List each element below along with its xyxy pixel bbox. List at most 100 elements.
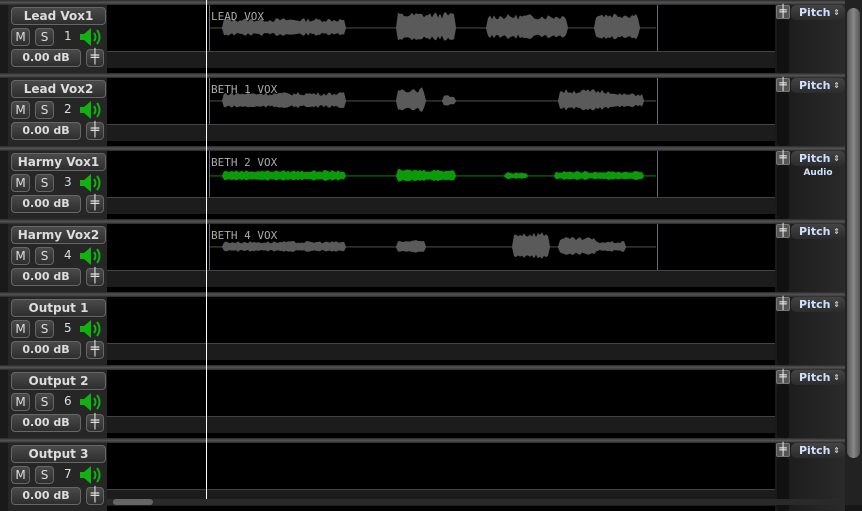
meter <box>777 92 789 146</box>
automation-lane[interactable] <box>107 197 775 214</box>
track-name-button[interactable]: Lead Vox2 <box>11 80 106 98</box>
insert-fader-icon[interactable]: ╪ <box>776 151 790 165</box>
volume-field[interactable]: 0.00 dB <box>11 268 81 286</box>
track-1: Lead Vox1 M S 1 0.00 dB ╪ LEAD VOX ╪ Pit… <box>0 0 845 73</box>
track-number: 6 <box>64 394 72 408</box>
volume-field[interactable]: 0.00 dB <box>11 487 81 505</box>
updown-icon: ⇕ <box>833 227 840 236</box>
solo-button[interactable]: S <box>35 247 54 265</box>
speaker-icon[interactable] <box>80 246 104 266</box>
solo-button[interactable]: S <box>35 466 54 484</box>
fader-icon[interactable]: ╪ <box>86 49 104 67</box>
pitch-label: Pitch <box>799 152 831 165</box>
track-lane[interactable]: BETH 2 VOX <box>107 151 775 197</box>
automation-lane[interactable] <box>107 270 775 287</box>
volume-field[interactable]: 0.00 dB <box>11 122 81 140</box>
mute-button[interactable]: M <box>11 28 30 46</box>
mute-button[interactable]: M <box>11 101 30 119</box>
mute-button[interactable]: M <box>11 247 30 265</box>
playhead[interactable] <box>206 0 207 500</box>
track-number: 2 <box>64 102 72 116</box>
horizontal-scrollbar[interactable] <box>107 499 845 505</box>
track-name-button[interactable]: Harmy Vox1 <box>11 153 106 171</box>
fader-icon[interactable]: ╪ <box>86 268 104 286</box>
insert-fader-icon[interactable]: ╪ <box>776 297 790 311</box>
pitch-dropdown[interactable]: Pitch ⇕ <box>791 5 845 20</box>
clip-name: BETH 4 VOX <box>211 229 278 242</box>
pitch-dropdown[interactable]: Pitch ⇕ <box>791 151 845 166</box>
track-name-button[interactable]: Output 3 <box>11 445 106 463</box>
automation-lane[interactable] <box>107 343 775 360</box>
track-lane[interactable]: LEAD VOX <box>107 5 775 51</box>
speaker-icon[interactable] <box>80 100 104 120</box>
track-5: Output 1 M S 5 0.00 dB ╪ ╪ Pitch ⇕ <box>0 292 845 365</box>
solo-button[interactable]: S <box>35 174 54 192</box>
track-lane[interactable]: BETH 4 VOX <box>107 224 775 270</box>
automation-lane[interactable] <box>107 124 775 141</box>
pitch-dropdown[interactable]: Pitch ⇕ <box>791 78 845 93</box>
clip-name: BETH 2 VOX <box>211 156 278 169</box>
track-number: 1 <box>64 29 72 43</box>
fader-icon[interactable]: ╪ <box>86 414 104 432</box>
track-name-button[interactable]: Output 2 <box>11 372 106 390</box>
track-lane[interactable] <box>107 297 775 343</box>
automation-lane[interactable] <box>107 51 775 68</box>
track-name-button[interactable]: Output 1 <box>11 299 106 317</box>
pitch-dropdown[interactable]: Pitch ⇕ <box>791 297 845 312</box>
pitch-dropdown[interactable]: Pitch ⇕ <box>791 370 845 385</box>
track-lane[interactable] <box>107 370 775 416</box>
pitch-dropdown[interactable]: Pitch ⇕ <box>791 443 845 458</box>
solo-button[interactable]: S <box>35 393 54 411</box>
insert-fader-icon[interactable]: ╪ <box>776 443 790 457</box>
insert-fader-icon[interactable]: ╪ <box>776 5 790 19</box>
track-inserts: ╪ Pitch ⇕ <box>775 224 845 292</box>
mute-button[interactable]: M <box>11 174 30 192</box>
fader-icon[interactable]: ╪ <box>86 195 104 213</box>
volume-field[interactable]: 0.00 dB <box>11 195 81 213</box>
insert-fader-icon[interactable]: ╪ <box>776 78 790 92</box>
track-6: Output 2 M S 6 0.00 dB ╪ ╪ Pitch ⇕ <box>0 365 845 438</box>
scroll-thumb[interactable] <box>847 8 860 458</box>
mute-button[interactable]: M <box>11 320 30 338</box>
insert-fader-icon[interactable]: ╪ <box>776 370 790 384</box>
track-2: Lead Vox2 M S 2 0.00 dB ╪ BETH 1 VOX ╪ P… <box>0 73 845 146</box>
automation-lane[interactable] <box>107 416 775 433</box>
fader-icon[interactable]: ╪ <box>86 341 104 359</box>
mute-button[interactable]: M <box>11 466 30 484</box>
speaker-icon[interactable] <box>80 319 104 339</box>
fader-icon[interactable]: ╪ <box>86 122 104 140</box>
vertical-scrollbar[interactable] <box>845 0 862 505</box>
track-number: 5 <box>64 321 72 335</box>
volume-field[interactable]: 0.00 dB <box>11 341 81 359</box>
updown-icon: ⇕ <box>833 300 840 309</box>
track-lane[interactable] <box>107 443 775 489</box>
solo-button[interactable]: S <box>35 28 54 46</box>
audio-clip[interactable]: BETH 2 VOX <box>209 151 658 197</box>
updown-icon: ⇕ <box>833 373 840 382</box>
track-4: Harmy Vox2 M S 4 0.00 dB ╪ BETH 4 VOX ╪ … <box>0 219 845 292</box>
speaker-icon[interactable] <box>80 392 104 412</box>
insert-fader-icon[interactable]: ╪ <box>776 224 790 238</box>
speaker-icon[interactable] <box>80 27 104 47</box>
speaker-icon[interactable] <box>80 465 104 485</box>
mute-button[interactable]: M <box>11 393 30 411</box>
pitch-label: Pitch <box>799 6 831 19</box>
audio-clip[interactable]: LEAD VOX <box>209 5 658 51</box>
solo-button[interactable]: S <box>35 320 54 338</box>
audio-clip[interactable]: BETH 1 VOX <box>209 78 658 124</box>
hscroll-thumb[interactable] <box>113 499 153 505</box>
track-lane[interactable]: BETH 1 VOX <box>107 78 775 124</box>
track-inserts: ╪ Pitch ⇕ <box>775 297 845 365</box>
volume-field[interactable]: 0.00 dB <box>11 49 81 67</box>
fader-icon[interactable]: ╪ <box>86 487 104 505</box>
audio-clip[interactable]: BETH 4 VOX <box>209 224 658 270</box>
speaker-icon[interactable] <box>80 173 104 193</box>
track-name-button[interactable]: Harmy Vox2 <box>11 226 106 244</box>
pitch-sub-label: Audio <box>803 168 833 178</box>
track-header: Lead Vox1 M S 1 0.00 dB ╪ <box>0 5 107 73</box>
pitch-dropdown[interactable]: Pitch ⇕ <box>791 224 845 239</box>
solo-button[interactable]: S <box>35 101 54 119</box>
meter <box>777 19 789 73</box>
track-name-button[interactable]: Lead Vox1 <box>11 7 106 25</box>
volume-field[interactable]: 0.00 dB <box>11 414 81 432</box>
